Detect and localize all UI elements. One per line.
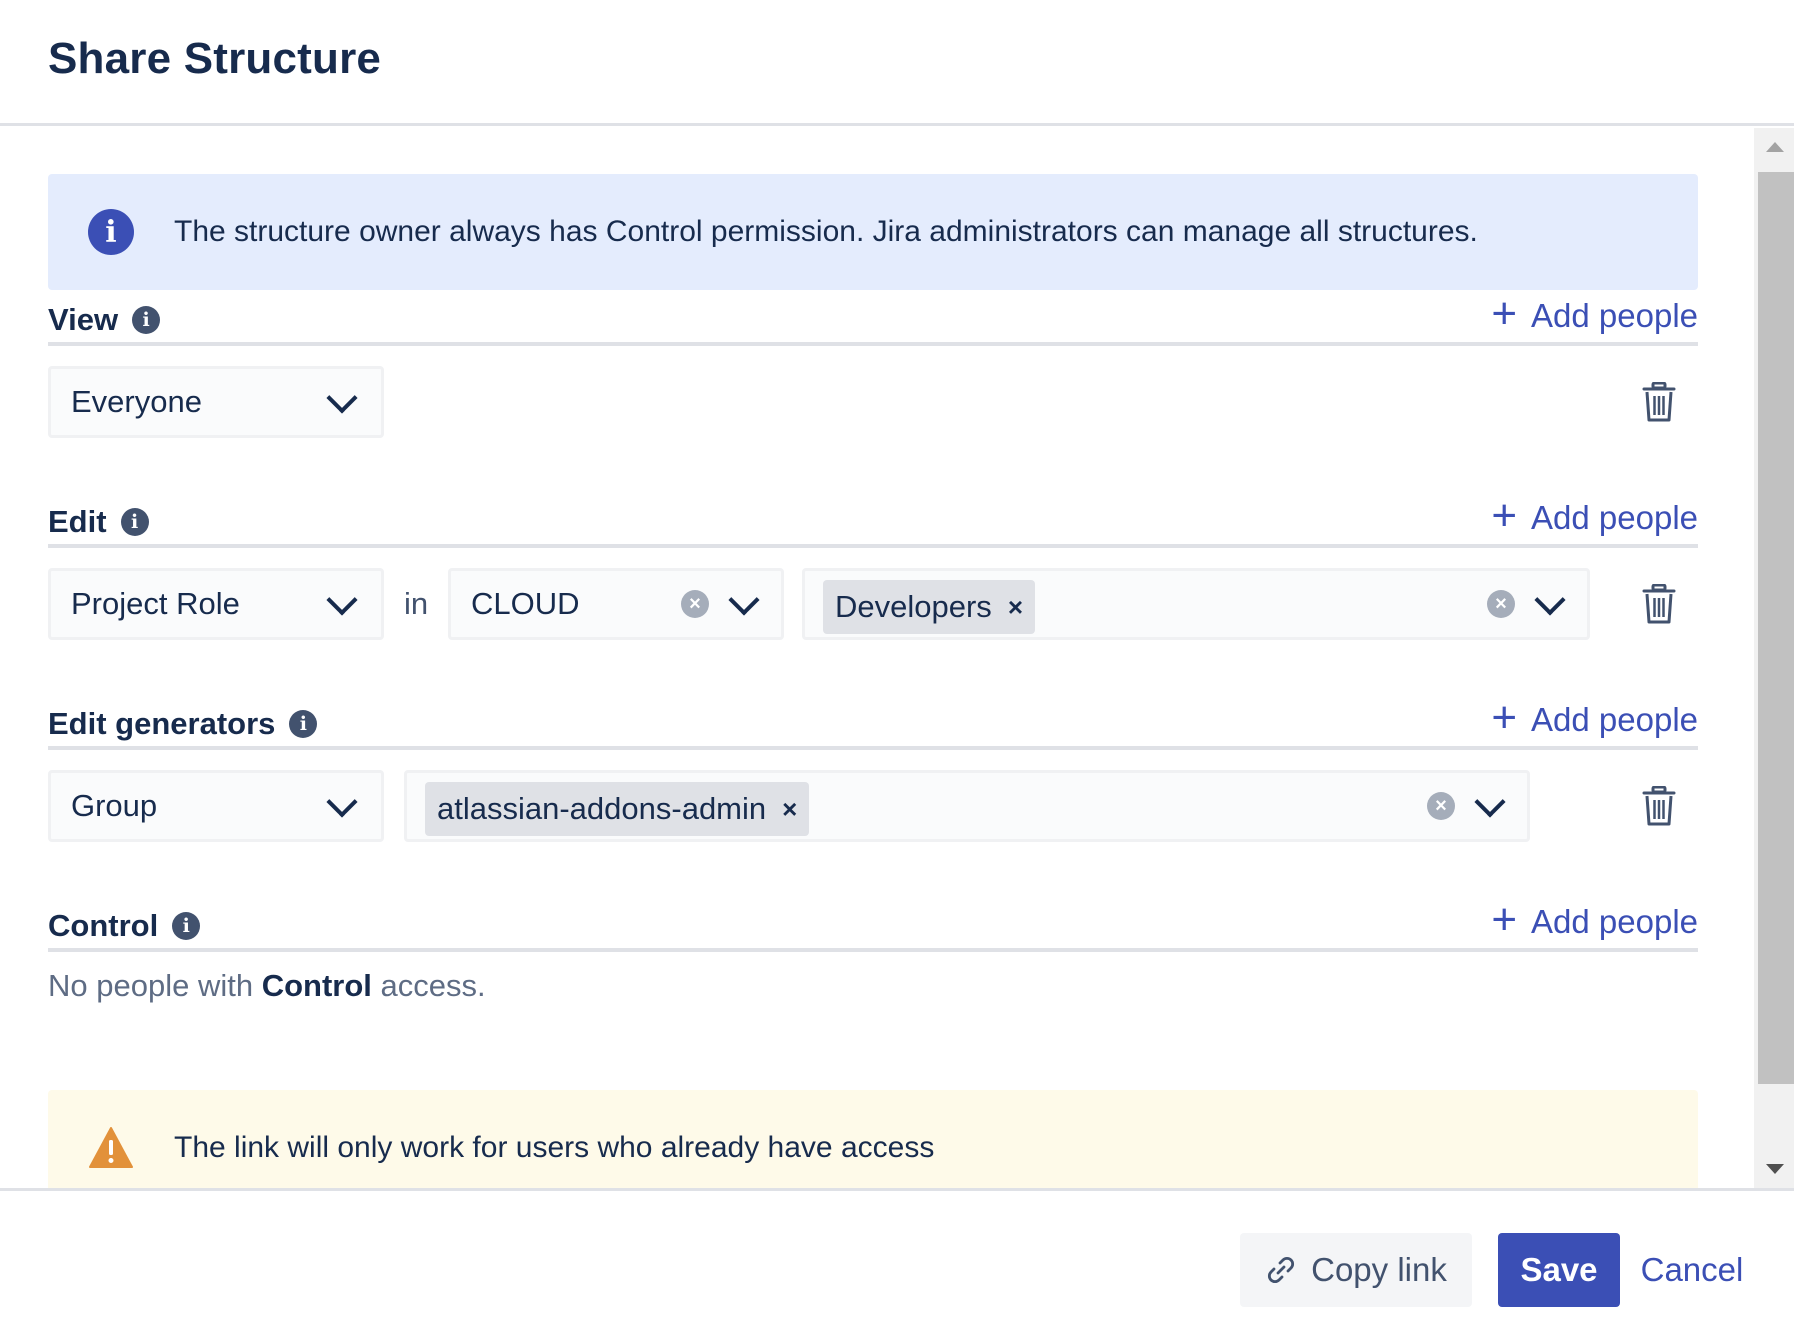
edit-generators-add-people-button[interactable]: + Add people (1491, 696, 1698, 740)
edit-add-people-button[interactable]: + Add people (1491, 494, 1698, 538)
control-add-people-button[interactable]: + Add people (1491, 898, 1698, 942)
edit-section-title: Edit i (48, 504, 149, 540)
copy-link-label: Copy link (1311, 1251, 1447, 1288)
in-label: in (404, 586, 429, 621)
chevron-down-icon (1534, 584, 1566, 616)
add-people-label: Add people (1531, 499, 1698, 536)
edit-type-value: Project Role (71, 586, 240, 621)
edit-generators-section-title: Edit generators i (48, 706, 318, 742)
group-tag-label: atlassian-addons-admin (437, 791, 767, 826)
view-add-people-button[interactable]: + Add people (1491, 292, 1698, 336)
plus-icon: + (1491, 895, 1518, 944)
view-type-select[interactable]: Everyone (48, 366, 384, 438)
role-tag-label: Developers (835, 589, 992, 624)
scroll-up-arrow-icon[interactable] (1766, 142, 1784, 152)
empty-bold: Control (261, 968, 372, 1003)
view-section-title: View i (48, 302, 161, 338)
info-banner: i The structure owner always has Control… (48, 174, 1698, 290)
copy-link-button[interactable]: Copy link (1240, 1233, 1472, 1307)
control-section-title: Control i (48, 908, 201, 944)
empty-prefix: No people with (48, 968, 254, 1003)
empty-suffix: access. (380, 968, 486, 1003)
role-select[interactable]: Developers × × (802, 568, 1590, 640)
save-button[interactable]: Save (1498, 1233, 1620, 1307)
chevron-down-icon (326, 584, 358, 616)
dialog-header: Share Structure (0, 0, 1794, 126)
info-icon[interactable]: i (172, 912, 201, 940)
info-icon[interactable]: i (120, 508, 149, 536)
warning-icon (89, 1127, 133, 1168)
project-value: CLOUD (471, 586, 580, 621)
clear-icon[interactable]: × (1427, 792, 1455, 820)
plus-icon: + (1491, 491, 1518, 540)
edit-generators-section-header: Edit generators i + Add people (48, 696, 1698, 750)
group-tag: atlassian-addons-admin × (425, 782, 810, 836)
group-select[interactable]: atlassian-addons-admin × × (404, 770, 1530, 842)
view-type-value: Everyone (71, 384, 202, 419)
plus-icon: + (1491, 693, 1518, 742)
vertical-scrollbar[interactable] (1754, 128, 1794, 1190)
chevron-down-icon (326, 786, 358, 818)
edit-generators-permission-row: Group atlassian-addons-admin × × (48, 770, 1698, 842)
dialog-footer: Copy link Save Cancel (0, 1188, 1794, 1330)
view-title-label: View (48, 302, 119, 337)
info-icon[interactable]: i (132, 306, 161, 334)
clear-icon[interactable]: × (681, 590, 709, 618)
edit-permission-row: Project Role in CLOUD × Developers × × (48, 568, 1698, 640)
edit-section-header: Edit i + Add people (48, 494, 1698, 548)
control-title-label: Control (48, 908, 159, 943)
edit-title-label: Edit (48, 504, 107, 539)
info-icon: i (88, 209, 134, 255)
dialog-title: Share Structure (48, 34, 382, 83)
control-empty-message: No people with Control access. (48, 968, 486, 1004)
link-icon (1268, 1256, 1295, 1284)
tag-remove-icon[interactable]: × (782, 794, 797, 825)
add-people-label: Add people (1531, 701, 1698, 738)
warning-banner: The link will only work for users who al… (48, 1090, 1698, 1190)
project-select[interactable]: CLOUD × (448, 568, 784, 640)
scroll-down-arrow-icon[interactable] (1766, 1164, 1784, 1174)
add-people-label: Add people (1531, 297, 1698, 334)
plus-icon: + (1491, 289, 1518, 338)
clear-icon[interactable]: × (1487, 590, 1515, 618)
trash-icon[interactable] (1642, 786, 1676, 826)
edit-generators-type-value: Group (71, 788, 158, 823)
chevron-down-icon (326, 382, 358, 414)
edit-generators-type-select[interactable]: Group (48, 770, 384, 842)
warning-banner-text: The link will only work for users who al… (174, 1131, 935, 1164)
chevron-down-icon (728, 584, 760, 616)
view-permission-row: Everyone (48, 366, 1698, 438)
control-section-header: Control i + Add people (48, 898, 1698, 952)
scroll-thumb[interactable] (1758, 172, 1794, 1084)
edit-type-select[interactable]: Project Role (48, 568, 384, 640)
trash-icon[interactable] (1642, 584, 1676, 624)
edit-generators-title-label: Edit generators (48, 706, 276, 741)
info-banner-text: The structure owner always has Control p… (174, 215, 1478, 248)
role-tag: Developers × (823, 580, 1035, 634)
tag-remove-icon[interactable]: × (1008, 592, 1023, 623)
share-structure-dialog: Share Structure i The structure owner al… (0, 0, 1794, 1330)
chevron-down-icon (1474, 786, 1506, 818)
add-people-label: Add people (1531, 903, 1698, 940)
view-section-header: View i + Add people (48, 292, 1698, 346)
info-icon[interactable]: i (289, 710, 318, 738)
trash-icon[interactable] (1642, 382, 1676, 422)
dialog-body[interactable]: i The structure owner always has Control… (0, 126, 1794, 1190)
cancel-button[interactable]: Cancel (1630, 1233, 1754, 1307)
